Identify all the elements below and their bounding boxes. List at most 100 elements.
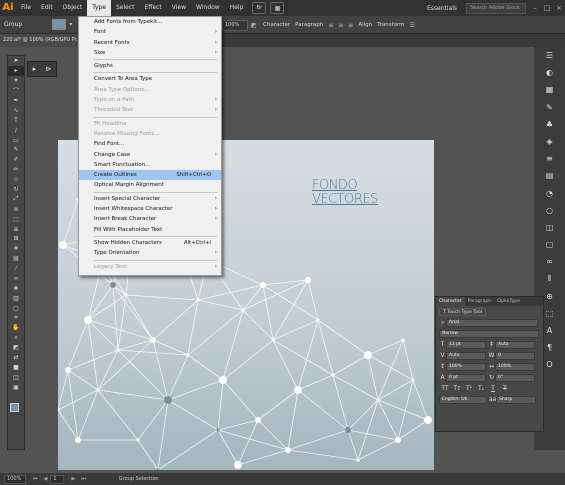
fill-stroke-icon[interactable]: ◩ — [8, 343, 24, 353]
document-tab[interactable]: 220.ai* @ 100% (RGB/GPU Pr... — [0, 34, 80, 47]
curvature-tool-icon[interactable]: ∿ — [8, 105, 24, 115]
menu-item-show-hidden-characters[interactable]: Show Hidden Characters Alt+Ctrl+I — [79, 238, 221, 248]
font-style-field[interactable]: Narrow — [439, 329, 539, 338]
drawing-mode-icon[interactable]: ◫ — [8, 373, 24, 383]
menu-item-font[interactable]: Font › — [79, 27, 221, 37]
subscript-icon[interactable]: T₁ — [475, 385, 487, 392]
shape-builder-tool-icon[interactable]: ⊕ — [8, 224, 24, 234]
mesh-tool-icon[interactable]: # — [8, 244, 24, 254]
free-transform-tool-icon[interactable]: ⬚ — [8, 214, 24, 224]
zoom-field[interactable]: 100% — [4, 474, 26, 484]
align-link[interactable]: Align — [358, 22, 372, 28]
menu-item-insert-whitespace-character[interactable]: Insert Whitespace Character › — [79, 204, 221, 214]
menu-object[interactable]: Object — [58, 0, 88, 16]
touch-type-button[interactable]: T Touch Type Tool — [439, 307, 487, 316]
lasso-tool-icon[interactable]: ⌒ — [8, 86, 24, 96]
menu-effect[interactable]: Effect — [140, 0, 167, 16]
previous-artboard-icon[interactable]: ◀ — [44, 476, 48, 482]
kerning-field[interactable]: Auto — [446, 351, 486, 360]
last-artboard-icon[interactable]: ⏭ — [81, 476, 86, 482]
properties-panel-icon[interactable]: ☰ — [534, 47, 565, 64]
eyedropper-tool-icon[interactable]: ⁄ — [8, 264, 24, 274]
menu-edit[interactable]: Edit — [36, 0, 58, 16]
line-segment-tool-icon[interactable]: / — [8, 125, 24, 135]
align-left-icon[interactable]: ≡ — [328, 20, 338, 31]
menu-item-optical-margin-alignment[interactable]: Optical Margin Alignment — [79, 180, 221, 190]
swap-colors-icon[interactable]: ⇄ — [8, 353, 24, 363]
fill-color-swatch[interactable] — [10, 403, 19, 412]
align-panel-icon[interactable]: ⫴ — [534, 270, 565, 287]
maximize-icon[interactable]: □ — [541, 4, 553, 12]
superscript-icon[interactable]: T¹ — [463, 385, 475, 392]
align-center-icon[interactable]: ≡ — [338, 20, 348, 31]
menu-item-insert-break-character[interactable]: Insert Break Character › — [79, 214, 221, 224]
menu-item-create-outlines[interactable]: Create Outlines Shift+Ctrl+O — [79, 170, 221, 181]
brushes-panel-icon[interactable]: ✎ — [534, 99, 565, 116]
selection-tool-icon[interactable]: ➤ — [8, 56, 24, 66]
opacity-field[interactable]: 100% — [222, 19, 248, 31]
direct-selection-tool-icon[interactable]: ▸ — [33, 65, 37, 73]
menu-select[interactable]: Select — [111, 0, 140, 16]
gradient-tool-icon[interactable]: ▤ — [8, 254, 24, 264]
screen-mode-icon[interactable]: ▣ — [8, 382, 24, 392]
menu-item-convert-to-area-type[interactable]: Convert To Area Type — [79, 74, 221, 84]
hand-tool-icon[interactable]: ✋ — [8, 323, 24, 333]
arrange-documents-icon[interactable]: ▦ — [270, 2, 285, 14]
small-caps-icon[interactable]: Tᴛ — [451, 385, 463, 392]
transparency-panel-icon[interactable]: ◔ — [534, 185, 565, 202]
menu-item-smart-punctuation[interactable]: Smart Punctuation... — [79, 160, 221, 170]
baseline-shift-field[interactable]: 0 pt — [446, 373, 486, 382]
group-selection-tool-icon[interactable]: ⊳ — [45, 65, 51, 73]
font-family-field[interactable]: Arial — [446, 318, 538, 327]
anti-alias-field[interactable]: Sharp — [496, 395, 536, 404]
artboards-panel-icon[interactable]: ▢ — [534, 236, 565, 253]
strikethrough-icon[interactable]: T — [499, 385, 511, 392]
menu-item-glyphs[interactable]: Glyphs — [79, 61, 221, 71]
direct-selection-tool-icon[interactable]: ▸ — [8, 65, 24, 76]
tab-opentype[interactable]: OpenType — [494, 297, 523, 306]
pen-tool-icon[interactable]: ✒ — [8, 96, 24, 106]
menu-file[interactable]: File — [16, 0, 36, 16]
language-field[interactable]: English: UK — [439, 395, 487, 404]
shaper-tool-icon[interactable]: ✐ — [8, 155, 24, 165]
menu-item-insert-special-character[interactable]: Insert Special Character › — [79, 194, 221, 204]
layers-panel-icon[interactable]: ◫ — [534, 219, 565, 236]
next-artboard-icon[interactable]: ▶ — [71, 476, 75, 482]
leading-field[interactable]: Auto — [495, 340, 535, 349]
symbol-sprayer-tool-icon[interactable]: ❀ — [8, 283, 24, 293]
gradient-panel-icon[interactable]: ▤ — [534, 167, 565, 184]
color-mode-icon[interactable]: ■ — [8, 363, 24, 373]
symbols-panel-icon[interactable]: ♣ — [534, 116, 565, 133]
color-panel-icon[interactable]: ◐ — [534, 64, 565, 81]
zoom-tool-icon[interactable]: ⌕ — [8, 333, 24, 343]
artboard-tool-icon[interactable]: ▢ — [8, 303, 24, 313]
slice-tool-icon[interactable]: ⌗ — [8, 313, 24, 323]
menu-item-find-font[interactable]: Find Font... — [79, 139, 221, 149]
first-artboard-icon[interactable]: ⏮ — [33, 476, 38, 482]
column-graph-tool-icon[interactable]: ▥ — [8, 293, 24, 303]
menu-item-change-case[interactable]: Change Case › — [79, 150, 221, 160]
rectangle-tool-icon[interactable]: ▭ — [8, 135, 24, 145]
vertical-scale-field[interactable]: 100% — [446, 362, 486, 371]
align-right-icon[interactable]: ≡ — [348, 20, 358, 31]
stroke-panel-icon[interactable]: ≡ — [534, 150, 565, 167]
paragraph-link[interactable]: Paragraph — [295, 22, 323, 28]
rotate-tool-icon[interactable]: ↻ — [8, 185, 24, 195]
width-tool-icon[interactable]: ≋ — [8, 204, 24, 214]
close-icon[interactable]: × — [553, 4, 565, 12]
rotation-field[interactable]: 0° — [495, 373, 535, 382]
stock-search-input[interactable]: Search Adobe Stock — [466, 2, 526, 14]
pencil-tool-icon[interactable]: ✏ — [8, 165, 24, 175]
workspace-switcher[interactable]: Essentials — [427, 5, 457, 12]
eraser-tool-icon[interactable]: ◇ — [8, 175, 24, 185]
menu-item-fill-with-placeholder-text[interactable]: Fill With Placeholder Text — [79, 225, 221, 235]
style-swatch-icon[interactable]: ◩ — [251, 20, 263, 31]
font-size-field[interactable]: 12 pt — [446, 340, 486, 349]
fill-swatch[interactable] — [52, 19, 67, 30]
perspective-grid-tool-icon[interactable]: ⊞ — [8, 234, 24, 244]
bridge-icon[interactable]: Br — [252, 2, 267, 14]
blend-tool-icon[interactable]: ∞ — [8, 274, 24, 284]
transform-link[interactable]: Transform — [377, 22, 404, 28]
artboard-number-field[interactable]: 1 — [50, 474, 65, 484]
links-panel-icon[interactable]: ∞ — [534, 253, 565, 270]
